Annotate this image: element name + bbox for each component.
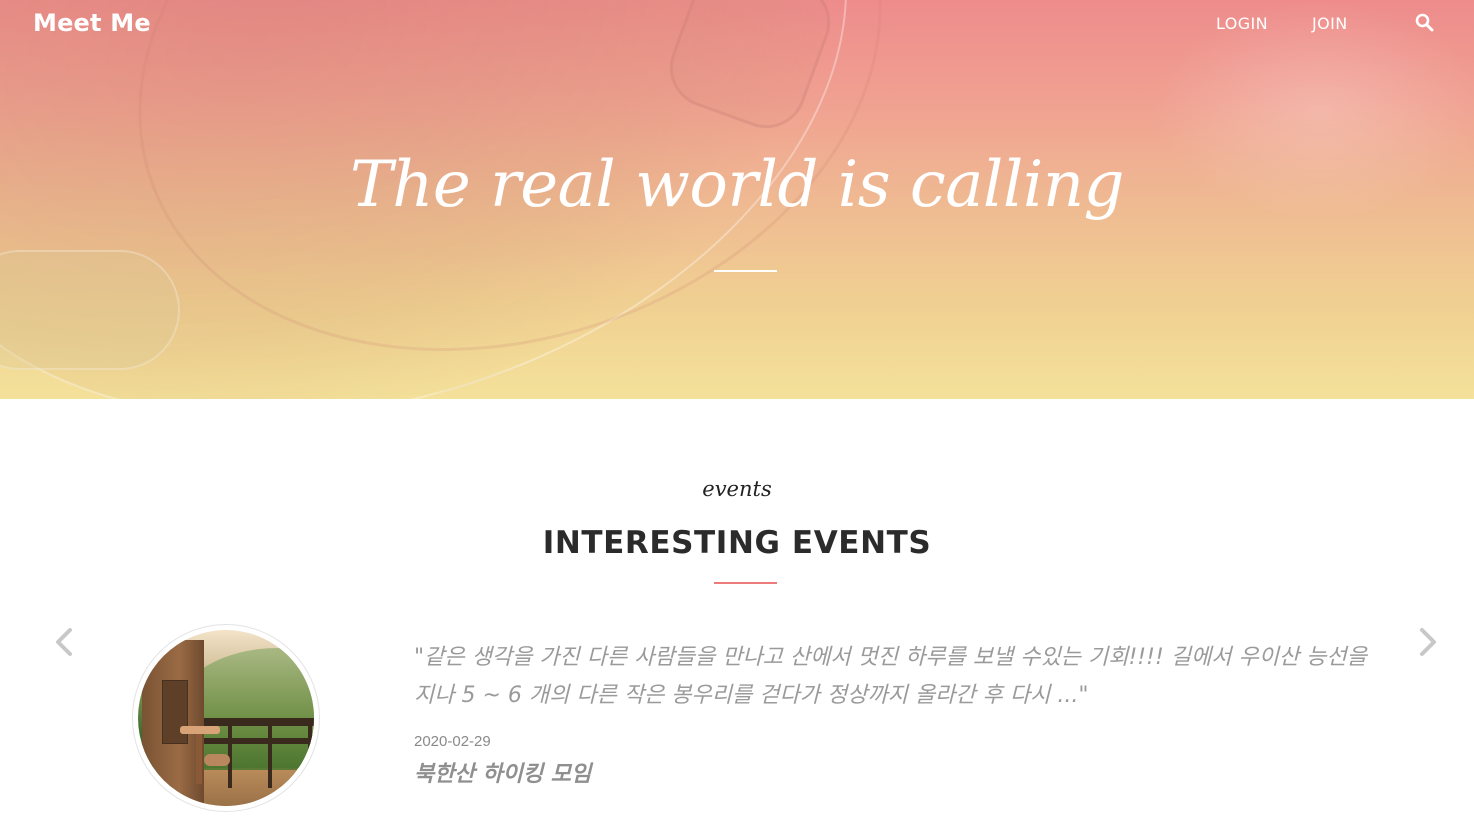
photo-table — [180, 726, 220, 734]
photo-stool — [204, 754, 230, 766]
hero-title: The real world is calling — [350, 148, 1125, 222]
chevron-right-icon — [1420, 628, 1436, 656]
event-quote: "같은 생각을 가진 다른 사람들을 만나고 산에서 멋진 하루를 보낼 수있는… — [414, 645, 1367, 708]
event-date: 2020-02-29 — [414, 733, 491, 750]
hero-background-hinge — [0, 250, 180, 370]
photo-rail-post — [308, 718, 312, 788]
nav-join-link[interactable]: JOIN — [1312, 14, 1348, 33]
carousel-prev-button[interactable] — [50, 622, 80, 662]
search-button[interactable] — [1414, 12, 1436, 34]
events-subtitle: events — [702, 477, 772, 501]
photo-rail-post — [268, 718, 272, 788]
search-icon — [1415, 13, 1434, 32]
chevron-left-icon — [56, 628, 72, 656]
events-title: INTERESTING EVENTS — [542, 525, 932, 561]
event-image[interactable] — [132, 624, 320, 812]
photo-cabin — [142, 640, 204, 806]
nav-login-link[interactable]: LOGIN — [1216, 14, 1268, 33]
events-divider — [714, 582, 777, 584]
photo-table-leg — [196, 734, 202, 784]
photo-cabin-door — [162, 680, 188, 744]
photo-rail-post — [228, 718, 232, 788]
hero-divider — [714, 270, 777, 272]
event-photo — [138, 630, 314, 806]
brand-logo[interactable]: Meet Me — [33, 9, 151, 37]
event-title-link[interactable]: 북한산 하이킹 모임 — [414, 756, 591, 788]
carousel-next-button[interactable] — [1412, 622, 1442, 662]
